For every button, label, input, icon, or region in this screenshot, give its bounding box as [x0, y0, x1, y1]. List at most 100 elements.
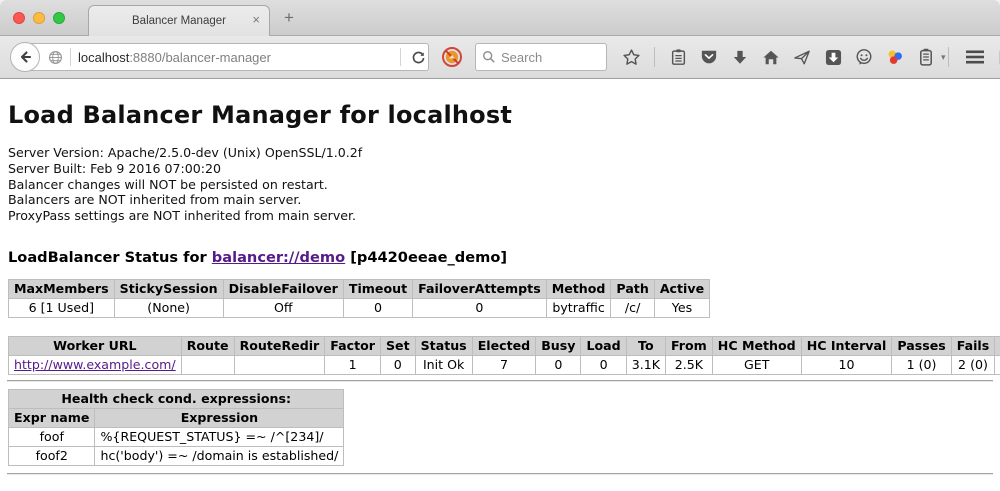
cell-hc-uri — [995, 355, 1000, 374]
minimize-window-button[interactable] — [33, 12, 45, 24]
cell-timeout: 0 — [343, 298, 412, 317]
proxypass-notice-line: ProxyPass settings are NOT inherited fro… — [8, 208, 992, 224]
loadbalancer-status-heading: LoadBalancer Status for balancer://demo … — [8, 249, 992, 266]
reload-button[interactable] — [408, 47, 428, 67]
col-active: Active — [654, 279, 709, 298]
col-set: Set — [380, 336, 415, 355]
extension-download-icon[interactable] — [823, 47, 843, 67]
col-path: Path — [611, 279, 654, 298]
sidebar-clipboard-icon[interactable] — [668, 47, 688, 67]
server-built-line: Server Built: Feb 9 2016 07:00:20 — [8, 161, 992, 177]
cell-expression: %{REQUEST_STATUS} =~ /^[234]/ — [95, 427, 344, 446]
cell-disablefailover: Off — [223, 298, 343, 317]
col-expr-name: Expr name — [9, 408, 95, 427]
downloads-icon[interactable] — [730, 47, 750, 67]
search-input[interactable] — [501, 50, 591, 65]
status-suffix: [p4420eeae_demo] — [345, 249, 507, 266]
cell-expression: hc('body') =~ /domain is established/ — [95, 446, 344, 465]
col-to: To — [626, 336, 665, 355]
hamburger-menu-icon[interactable] — [965, 47, 985, 67]
inherit-notice-line: Balancers are NOT inherited from main se… — [8, 192, 992, 208]
worker-table: Worker URL Route RouteRedir Factor Set S… — [8, 336, 1000, 375]
persist-notice-line: Balancer changes will NOT be persisted o… — [8, 177, 992, 193]
cell-status: Init Ok — [415, 355, 472, 374]
col-from: From — [665, 336, 712, 355]
back-button[interactable] — [10, 42, 40, 72]
new-tab-button[interactable]: + — [284, 8, 294, 28]
cell-worker-url: http://www.example.com/ — [9, 355, 182, 374]
cell-from: 2.5K — [665, 355, 712, 374]
balancer-demo-link[interactable]: balancer://demo — [212, 249, 345, 266]
server-version-line: Server Version: Apache/2.5.0-dev (Unix) … — [8, 145, 992, 161]
toolbar-icons: ▾ — [621, 47, 946, 67]
search-icon — [482, 50, 496, 64]
cell-expr-name: foof2 — [9, 446, 95, 465]
pocket-icon[interactable] — [699, 47, 719, 67]
search-bar[interactable] — [475, 43, 607, 71]
globe-icon — [48, 50, 63, 65]
table-row: foof %{REQUEST_STATUS} =~ /^[234]/ — [9, 427, 344, 446]
balancer-summary-table: MaxMembers StickySession DisableFailover… — [8, 279, 710, 318]
zoom-window-button[interactable] — [53, 12, 65, 24]
close-window-button[interactable] — [13, 12, 25, 24]
window-controls — [13, 12, 65, 24]
menu-group — [946, 47, 1000, 67]
col-worker-url: Worker URL — [9, 336, 182, 355]
cell-expr-name: foof — [9, 427, 95, 446]
cell-factor: 1 — [325, 355, 381, 374]
cell-elected: 7 — [472, 355, 536, 374]
tab-balancer-manager[interactable]: Balancer Manager × — [88, 5, 270, 36]
back-arrow-icon — [17, 49, 33, 65]
worker-url-link[interactable]: http://www.example.com/ — [14, 357, 176, 372]
cell-set: 0 — [380, 355, 415, 374]
menu-separator — [948, 47, 949, 67]
cell-maxmembers: 6 [1 Used] — [9, 298, 115, 317]
page-content: Load Balancer Manager for localhost Serv… — [0, 79, 1000, 489]
feedback-smiley-icon[interactable] — [854, 47, 874, 67]
browser-window: Balancer Manager × + localhost:8880/bala… — [0, 0, 1000, 491]
table-header-row: Worker URL Route RouteRedir Factor Set S… — [9, 336, 1000, 355]
home-icon[interactable] — [761, 47, 781, 67]
cell-load: 0 — [581, 355, 626, 374]
col-failoverattempts: FailoverAttempts — [413, 279, 547, 298]
col-stickysession: StickySession — [114, 279, 223, 298]
table-row: http://www.example.com/ 1 0 Init Ok 7 0 … — [9, 355, 1000, 374]
col-factor: Factor — [325, 336, 381, 355]
col-disablefailover: DisableFailover — [223, 279, 343, 298]
table-title-row: Health check cond. expressions: — [9, 389, 344, 408]
container-battery-icon[interactable] — [916, 47, 936, 67]
col-passes: Passes — [892, 336, 951, 355]
cell-passes: 1 (0) — [892, 355, 951, 374]
colored-dots-extension-icon[interactable] — [885, 47, 905, 67]
url-bar[interactable]: localhost:8880/balancer-manager — [25, 43, 429, 71]
close-tab-icon[interactable]: × — [252, 13, 260, 27]
cell-method: bytraffic — [546, 298, 611, 317]
bookmark-star-icon[interactable] — [621, 47, 641, 67]
col-load: Load — [581, 336, 626, 355]
col-status: Status — [415, 336, 472, 355]
cell-hc-method: GET — [712, 355, 801, 374]
table-row: foof2 hc('body') =~ /domain is establish… — [9, 446, 344, 465]
col-expression: Expression — [95, 408, 344, 427]
page-title: Load Balancer Manager for localhost — [8, 79, 992, 129]
col-fails: Fails — [951, 336, 995, 355]
urlbar-divider — [70, 48, 71, 66]
server-info: Server Version: Apache/2.5.0-dev (Unix) … — [8, 145, 992, 224]
table-header-row: Expr name Expression — [9, 408, 344, 427]
url-domain: localhost — [78, 50, 129, 65]
tab-strip: Balancer Manager × + — [0, 0, 1000, 36]
cell-to: 3.1K — [626, 355, 665, 374]
col-elected: Elected — [472, 336, 536, 355]
col-hc-interval: HC Interval — [801, 336, 892, 355]
col-route: Route — [181, 336, 234, 355]
table-row: 6 [1 Used] (None) Off 0 0 bytraffic /c/ … — [9, 298, 710, 317]
url-text[interactable]: localhost:8880/balancer-manager — [78, 50, 393, 65]
health-table-title: Health check cond. expressions: — [9, 389, 344, 408]
cell-fails: 2 (0) — [951, 355, 995, 374]
send-tab-icon[interactable] — [792, 47, 812, 67]
blocked-plugin-icon[interactable] — [441, 46, 463, 68]
cell-routeredir — [234, 355, 325, 374]
urlbar-divider-right — [400, 48, 401, 66]
status-prefix: LoadBalancer Status for — [8, 249, 212, 266]
navigation-toolbar: localhost:8880/balancer-manager — [0, 36, 1000, 79]
